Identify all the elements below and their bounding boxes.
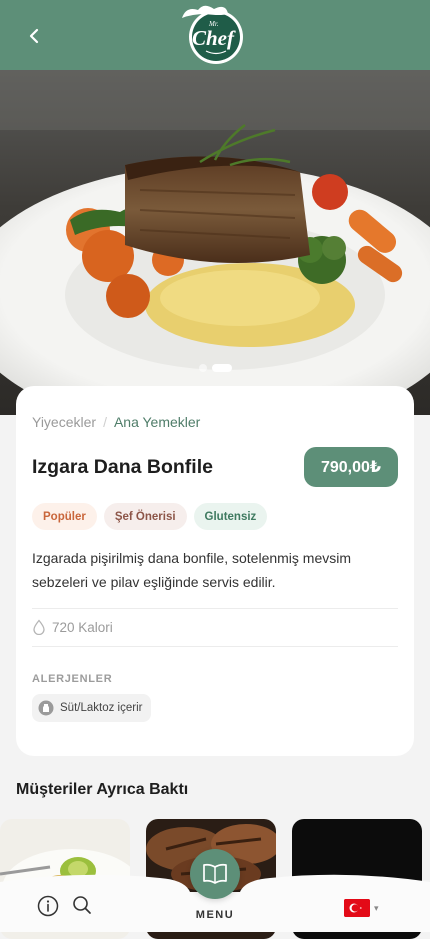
divider [32, 646, 398, 647]
allergen-chip-milk: Süt/Laktoz içerir [32, 694, 152, 722]
chevron-left-icon[interactable] [22, 24, 46, 48]
divider [32, 608, 398, 609]
breadcrumb-separator: / [103, 414, 107, 430]
calories-text: 720 Kalori [52, 619, 113, 635]
language-selector[interactable]: ▾ [344, 899, 379, 917]
allergens-heading: ALERJENLER [32, 673, 113, 685]
product-title: Izgara Dana Bonfile [32, 456, 213, 478]
carousel-indicator [0, 364, 430, 372]
drop-icon [33, 619, 45, 635]
price-badge: 790,00₺ [304, 447, 398, 487]
open-book-icon [203, 863, 227, 884]
chevron-down-icon: ▾ [374, 902, 379, 913]
tag-gluten-free: Glutensiz [193, 503, 268, 530]
breadcrumb-category[interactable]: Yiyecekler [32, 414, 96, 430]
milk-icon [38, 700, 54, 716]
breadcrumb: Yiyecekler / Ana Yemekler [32, 414, 200, 430]
tag-popular: Popüler [32, 503, 97, 530]
turkey-flag-icon [344, 899, 370, 917]
app-header: Mr. Chef [0, 0, 430, 70]
product-tags: Popüler Şef Önerisi Glutensiz [32, 503, 268, 530]
carousel-dot-active[interactable] [211, 364, 232, 372]
breadcrumb-subcategory[interactable]: Ana Yemekler [114, 414, 200, 430]
logo-big-text: Chef [192, 26, 236, 50]
mr-chef-logo: Mr. Chef [182, 5, 243, 64]
calories-row: 720 Kalori [32, 619, 113, 635]
menu-button[interactable] [190, 849, 240, 899]
tag-chef-recommendation: Şef Önerisi [103, 503, 187, 530]
product-description: Izgarada pişirilmiş dana bonfile, sotele… [32, 550, 352, 590]
also-viewed-title: Müşteriler Ayrıca Baktı [16, 781, 189, 798]
allergen-label: Süt/Laktoz içerir [60, 702, 143, 714]
carousel-dot[interactable] [198, 364, 207, 372]
product-detail-card: Yiyecekler / Ana Yemekler Izgara Dana Bo… [16, 386, 414, 756]
